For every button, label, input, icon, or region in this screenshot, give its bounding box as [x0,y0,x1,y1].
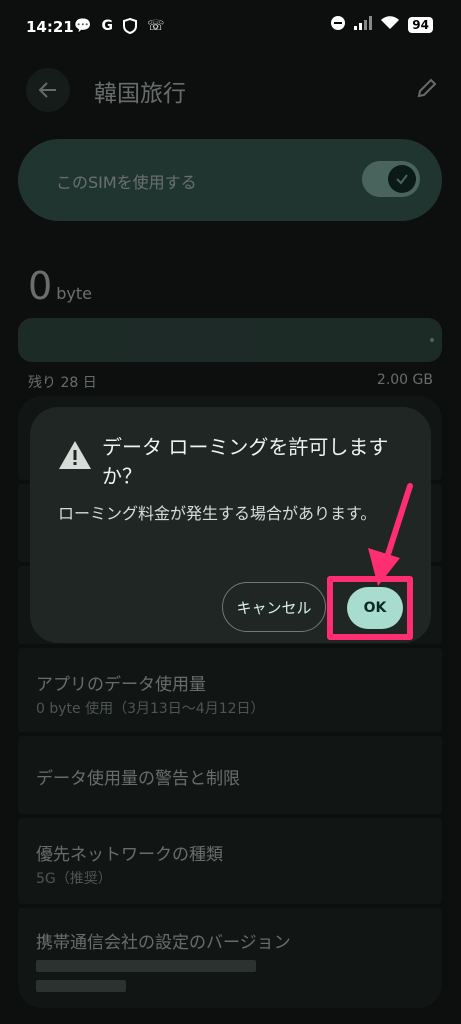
pointer-arrow-icon [368,483,413,586]
